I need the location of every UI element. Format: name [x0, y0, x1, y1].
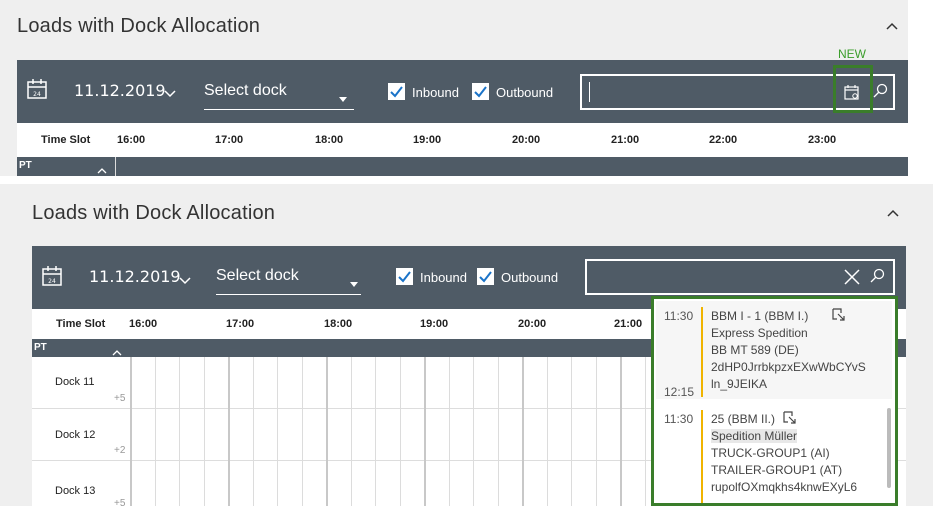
- grid-line: [154, 357, 156, 506]
- inbound-label: Inbound: [420, 270, 467, 285]
- dock-select-underline: [216, 294, 361, 295]
- time-label: 16:00: [129, 318, 158, 330]
- bottom-panel: Loads with Dock Allocation 24 11.12.2019…: [0, 184, 933, 506]
- inbound-checkbox[interactable]: [388, 83, 405, 100]
- time-label: 19:00: [420, 318, 449, 330]
- panel-title: Loads with Dock Allocation: [32, 202, 276, 224]
- grid-line: [522, 357, 524, 506]
- time-label: 19:00: [413, 134, 442, 146]
- dock-count: +5: [114, 498, 126, 506]
- dropdown-arrow-icon[interactable]: [339, 89, 347, 102]
- grid-line: [595, 357, 597, 506]
- chevron-down-icon[interactable]: [164, 86, 176, 98]
- grid-line: [228, 357, 230, 506]
- results-highlight: [651, 296, 898, 506]
- pt-label: PT: [19, 160, 32, 171]
- time-label: 20:00: [512, 134, 541, 146]
- grid-line: [644, 357, 646, 506]
- grid-line: [179, 357, 180, 506]
- grid-line: [571, 357, 572, 506]
- time-label: 22:00: [709, 134, 738, 146]
- grid-line: [350, 357, 352, 506]
- new-feature-highlight: [833, 65, 873, 113]
- grid-line: [473, 357, 474, 506]
- grid-line: [448, 357, 450, 506]
- grid-line: [301, 357, 303, 506]
- outbound-label: Outbound: [501, 270, 559, 285]
- collapse-icon[interactable]: [885, 19, 899, 33]
- outbound-checkbox[interactable]: [472, 83, 489, 100]
- inbound-checkbox[interactable]: [396, 268, 413, 285]
- time-label: 16:00: [117, 134, 146, 146]
- outbound-checkbox[interactable]: [477, 268, 494, 285]
- grid-line: [130, 357, 132, 506]
- dock-name: Dock 12: [55, 429, 96, 441]
- collapse-group-icon[interactable]: [112, 344, 122, 356]
- collapse-group-icon[interactable]: [97, 162, 107, 174]
- time-label: 20:00: [518, 318, 547, 330]
- svg-text:24: 24: [33, 91, 41, 98]
- grid-line: [399, 357, 401, 506]
- time-label: 18:00: [324, 318, 353, 330]
- collapse-icon[interactable]: [886, 206, 900, 220]
- grid-line: [620, 357, 622, 506]
- grid-line: [277, 357, 278, 506]
- grid-line: [424, 357, 426, 506]
- dock-count: +5: [114, 393, 126, 404]
- date-value[interactable]: 11.12.2019: [89, 267, 181, 286]
- timeslot-header: Time Slot 16:00 17:00 18:00 19:00 20:00 …: [17, 123, 908, 157]
- time-label: 21:00: [614, 318, 643, 330]
- date-value[interactable]: 11.12.2019: [74, 81, 166, 100]
- grid-line: [375, 357, 376, 506]
- pt-label: PT: [34, 342, 47, 353]
- dock-select[interactable]: Select dock: [216, 267, 299, 285]
- time-label: 18:00: [315, 134, 344, 146]
- search-input[interactable]: [585, 259, 895, 295]
- dock-name: Dock 11: [55, 376, 95, 388]
- time-label: 23:00: [808, 134, 837, 146]
- dock-name: Dock 13: [55, 485, 96, 497]
- grid-line: [252, 357, 254, 506]
- timeslot-label: Time Slot: [56, 318, 106, 330]
- time-label: 17:00: [215, 134, 244, 146]
- grid-line: [203, 357, 205, 506]
- dock-count: +2: [114, 445, 126, 456]
- new-label: NEW: [838, 47, 866, 61]
- grid-line: [326, 357, 328, 506]
- top-panel: Loads with Dock Allocation NEW 24 11.12.…: [0, 0, 908, 176]
- grid-line: [546, 357, 548, 506]
- pt-divider: [115, 157, 116, 176]
- clear-icon[interactable]: [843, 268, 861, 286]
- timeslot-label: Time Slot: [41, 134, 91, 146]
- grid-line: [497, 357, 499, 506]
- inbound-label: Inbound: [412, 85, 459, 100]
- calendar-icon[interactable]: 24: [26, 78, 48, 100]
- calendar-icon[interactable]: 24: [41, 265, 63, 287]
- panel-title: Loads with Dock Allocation: [17, 15, 261, 37]
- outbound-label: Outbound: [496, 85, 554, 100]
- chevron-down-icon[interactable]: [179, 273, 191, 285]
- toolbar: 24 11.12.2019 Select dock Inbound Outbou…: [17, 60, 908, 123]
- svg-text:24: 24: [48, 278, 56, 285]
- search-icon[interactable]: [872, 83, 888, 99]
- pt-group-bar[interactable]: PT: [17, 157, 908, 176]
- text-cursor: [589, 82, 590, 102]
- time-label: 21:00: [611, 134, 640, 146]
- dropdown-arrow-icon[interactable]: [350, 274, 358, 287]
- search-icon[interactable]: [869, 268, 885, 284]
- time-label: 17:00: [226, 318, 255, 330]
- dock-select-underline: [204, 109, 354, 110]
- dock-select[interactable]: Select dock: [204, 82, 287, 100]
